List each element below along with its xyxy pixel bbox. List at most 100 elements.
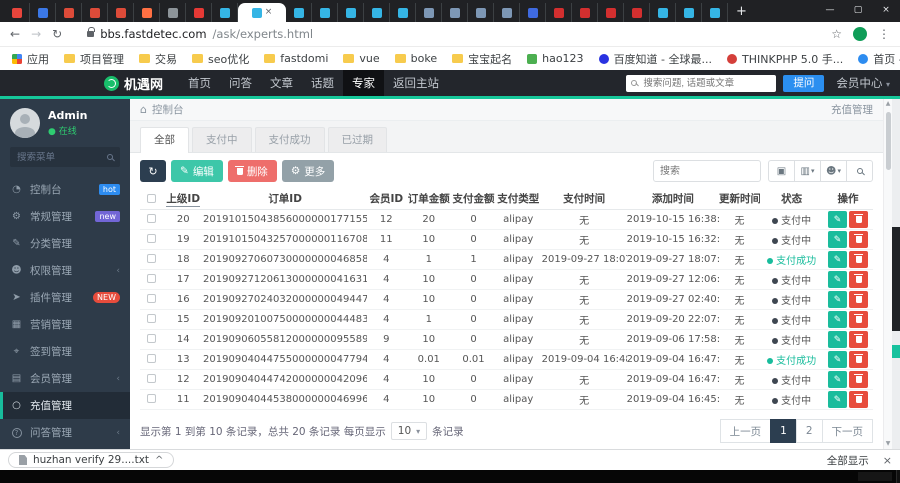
browser-tab[interactable] xyxy=(650,3,676,22)
browser-tab[interactable] xyxy=(56,3,82,22)
table-row[interactable]: 19 20191015043257000000116708 11 10 0 al… xyxy=(140,229,873,250)
sidebar-menu-item[interactable]: ☻ 权限管理 ‹ xyxy=(0,257,130,284)
tab-close-icon[interactable]: × xyxy=(265,8,273,17)
browser-tab[interactable] xyxy=(390,3,416,22)
table-row[interactable]: 15 20190920100750000000044483 4 1 0 alip… xyxy=(140,309,873,330)
close-button[interactable]: × xyxy=(872,0,900,20)
browser-tab[interactable] xyxy=(30,3,56,22)
bookmark-item[interactable]: 首页 - 三才起名网 xyxy=(858,51,900,67)
browser-tab[interactable] xyxy=(312,3,338,22)
row-edit-button[interactable]: ✎ xyxy=(828,290,848,308)
table-row[interactable]: 12 20190904044742000000042096 4 10 0 ali… xyxy=(140,369,873,390)
browser-tab[interactable] xyxy=(212,3,238,22)
show-desktop-button[interactable] xyxy=(896,470,900,483)
browser-tab[interactable] xyxy=(676,3,702,22)
row-delete-button[interactable] xyxy=(849,310,869,328)
row-delete-button[interactable] xyxy=(849,250,869,268)
row-checkbox[interactable] xyxy=(147,334,157,343)
browser-tab[interactable]: × xyxy=(238,3,286,22)
browser-tab[interactable] xyxy=(286,3,312,22)
table-row[interactable]: 17 20190927120613000000041631 4 10 0 ali… xyxy=(140,269,873,290)
site-nav-link[interactable]: 文章 xyxy=(261,70,302,96)
reload-icon[interactable]: ↻ xyxy=(52,28,62,40)
scroll-down-icon[interactable]: ▼ xyxy=(886,439,891,449)
new-tab-button[interactable]: + xyxy=(736,4,747,19)
column-header[interactable]: 操作 xyxy=(823,188,873,210)
row-checkbox[interactable] xyxy=(147,314,157,323)
profile-avatar[interactable] xyxy=(853,27,867,41)
show-all-downloads-button[interactable]: 全部显示 xyxy=(827,453,869,468)
edit-button[interactable]: ✎ 编辑 xyxy=(171,160,223,182)
row-edit-button[interactable]: ✎ xyxy=(828,250,848,268)
row-edit-button[interactable]: ✎ xyxy=(828,370,848,388)
browser-tab[interactable] xyxy=(520,3,546,22)
bookmark-item[interactable]: boke xyxy=(394,52,437,65)
chevron-up-icon[interactable]: ^ xyxy=(155,455,163,466)
browser-tab[interactable] xyxy=(108,3,134,22)
bookmark-item[interactable]: hao123 xyxy=(527,52,584,65)
browser-tab[interactable] xyxy=(494,3,520,22)
browser-tab[interactable] xyxy=(468,3,494,22)
row-delete-button[interactable] xyxy=(849,230,869,248)
bookmark-item[interactable]: 项目管理 xyxy=(64,51,124,67)
status-tab[interactable]: 全部 xyxy=(140,127,189,153)
row-edit-button[interactable]: ✎ xyxy=(828,330,848,348)
panel-scroll-thumb[interactable] xyxy=(885,112,891,170)
row-checkbox[interactable] xyxy=(147,374,157,383)
status-tab[interactable]: 支付中 xyxy=(192,127,252,152)
table-row[interactable]: 11 20190904044538000000046996 4 10 0 ali… xyxy=(140,389,873,410)
sidebar-search-input[interactable] xyxy=(17,151,107,163)
table-search-input[interactable] xyxy=(653,160,761,182)
browser-tab[interactable] xyxy=(160,3,186,22)
browser-tab[interactable] xyxy=(364,3,390,22)
more-button[interactable]: ⚙ 更多 xyxy=(281,160,335,182)
page-button[interactable]: 2 xyxy=(795,419,823,443)
row-edit-button[interactable]: ✎ xyxy=(828,210,848,228)
table-row[interactable]: 14 20190906055812000000095589 9 10 0 ali… xyxy=(140,329,873,350)
row-edit-button[interactable]: ✎ xyxy=(828,270,848,288)
browser-tab[interactable] xyxy=(546,3,572,22)
address-bar[interactable]: bbs.fastdetec.com/ask/experts.html xyxy=(73,27,820,41)
browser-tab[interactable] xyxy=(572,3,598,22)
back-icon[interactable]: ← xyxy=(10,28,20,40)
bookmark-item[interactable]: vue xyxy=(343,52,380,65)
column-header[interactable]: 状态 xyxy=(760,188,824,210)
scroll-up-icon[interactable]: ▲ xyxy=(886,99,891,109)
view-option-button[interactable]: ▣ xyxy=(768,160,795,182)
row-checkbox[interactable] xyxy=(147,254,157,263)
sidebar-menu-item[interactable]: ◔ 控制台 hot xyxy=(0,176,130,203)
breadcrumb-left[interactable]: 控制台 xyxy=(152,102,184,117)
browser-tab[interactable] xyxy=(702,3,728,22)
row-edit-button[interactable]: ✎ xyxy=(828,310,848,328)
site-nav-link[interactable]: 专家 xyxy=(343,70,385,96)
row-delete-button[interactable] xyxy=(849,350,869,368)
site-search-input[interactable] xyxy=(626,74,777,92)
bookmark-star-icon[interactable]: ☆ xyxy=(831,28,842,40)
select-all-checkbox[interactable] xyxy=(147,193,157,203)
row-edit-button[interactable]: ✎ xyxy=(828,350,848,368)
column-header[interactable]: 上级ID xyxy=(163,188,204,210)
row-delete-button[interactable] xyxy=(849,370,869,388)
row-checkbox[interactable] xyxy=(147,394,157,403)
page-scrollbar[interactable] xyxy=(892,99,900,449)
row-delete-button[interactable] xyxy=(849,210,869,228)
view-option-button[interactable]: ☻ ▾ xyxy=(820,160,847,182)
minimize-button[interactable]: — xyxy=(816,0,844,20)
refresh-button[interactable]: ↻ xyxy=(140,160,166,182)
sidebar-menu-item[interactable]: ⚙ 常规管理 new xyxy=(0,203,130,230)
column-header[interactable]: 订单ID xyxy=(203,188,368,210)
column-header[interactable]: 更新时间 xyxy=(719,188,761,210)
ask-question-button[interactable]: 提问 xyxy=(783,74,825,92)
table-row[interactable]: 20 20191015043856000000177155 12 20 0 al… xyxy=(140,209,873,230)
page-button[interactable]: 上一页 xyxy=(719,419,772,443)
panel-scrollbar[interactable]: ▲ ▼ xyxy=(883,99,892,449)
site-nav-link[interactable]: 话题 xyxy=(302,70,343,96)
site-nav-link[interactable]: 返回主站 xyxy=(384,70,448,96)
forward-icon[interactable]: → xyxy=(31,28,41,40)
row-edit-button[interactable]: ✎ xyxy=(828,230,848,248)
site-nav-link[interactable]: 首页 xyxy=(179,70,220,96)
browser-tab[interactable] xyxy=(624,3,650,22)
table-row[interactable]: 16 20190927024032000000049447 4 10 0 ali… xyxy=(140,289,873,310)
site-brand[interactable]: 机遇网 xyxy=(104,74,163,93)
bookmark-item[interactable]: THINKPHP 5.0 手... xyxy=(727,51,843,67)
